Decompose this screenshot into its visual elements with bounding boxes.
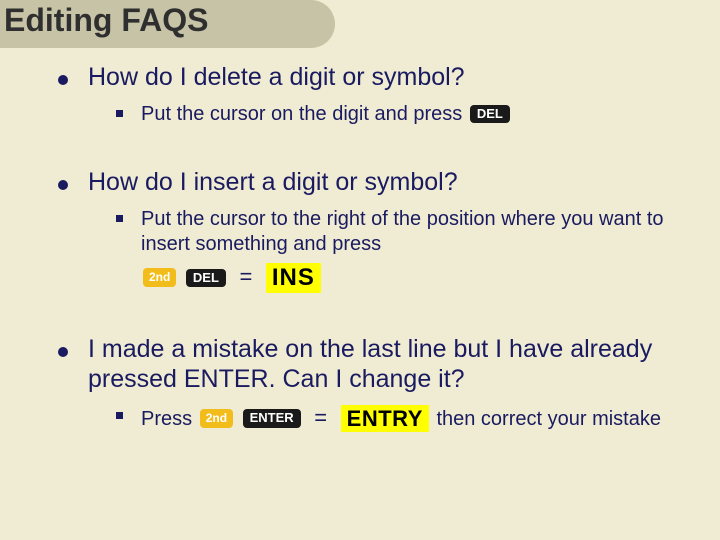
equals-sign: = <box>239 264 252 289</box>
del-key-icon: DEL <box>470 105 510 123</box>
faq-answer: Press 2nd ENTER = ENTRY then correct you… <box>116 404 690 433</box>
ins-label: INS <box>266 263 321 293</box>
faq-item: How do I insert a digit or symbol? Put t… <box>58 167 690 294</box>
faq-item: I made a mistake on the last line but I … <box>58 334 690 433</box>
answer-text: Press <box>141 408 192 430</box>
slide-body: How do I delete a digit or symbol? Put t… <box>58 62 690 439</box>
second-key-icon: 2nd <box>143 268 176 287</box>
entry-label: ENTRY <box>341 405 429 433</box>
answer-text: Put the cursor on the digit and press <box>141 103 462 125</box>
enter-key-icon: ENTER <box>243 409 301 427</box>
faq-question: How do I insert a digit or symbol? <box>88 167 458 197</box>
bullet-icon <box>58 180 68 190</box>
bullet-icon <box>58 347 68 357</box>
answer-text: then correct your mistake <box>436 408 661 430</box>
del-key-icon: DEL <box>186 269 226 287</box>
faq-item: How do I delete a digit or symbol? Put t… <box>58 62 690 127</box>
title-bar: Editing FAQS <box>0 0 720 56</box>
slide: Editing FAQS How do I delete a digit or … <box>0 0 720 540</box>
faq-answer: Put the cursor to the right of the posit… <box>116 207 690 294</box>
faq-question: I made a mistake on the last line but I … <box>88 334 690 394</box>
bullet-icon <box>116 215 123 222</box>
bullet-icon <box>58 75 68 85</box>
faq-answer: Put the cursor on the digit and press DE… <box>116 102 690 127</box>
slide-title: Editing FAQS <box>4 2 208 39</box>
bullet-icon <box>116 110 123 117</box>
second-key-icon: 2nd <box>200 409 233 428</box>
faq-question: How do I delete a digit or symbol? <box>88 62 465 92</box>
answer-text: Put the cursor to the right of the posit… <box>141 208 664 255</box>
equals-sign: = <box>314 405 327 430</box>
bullet-icon <box>116 412 123 419</box>
